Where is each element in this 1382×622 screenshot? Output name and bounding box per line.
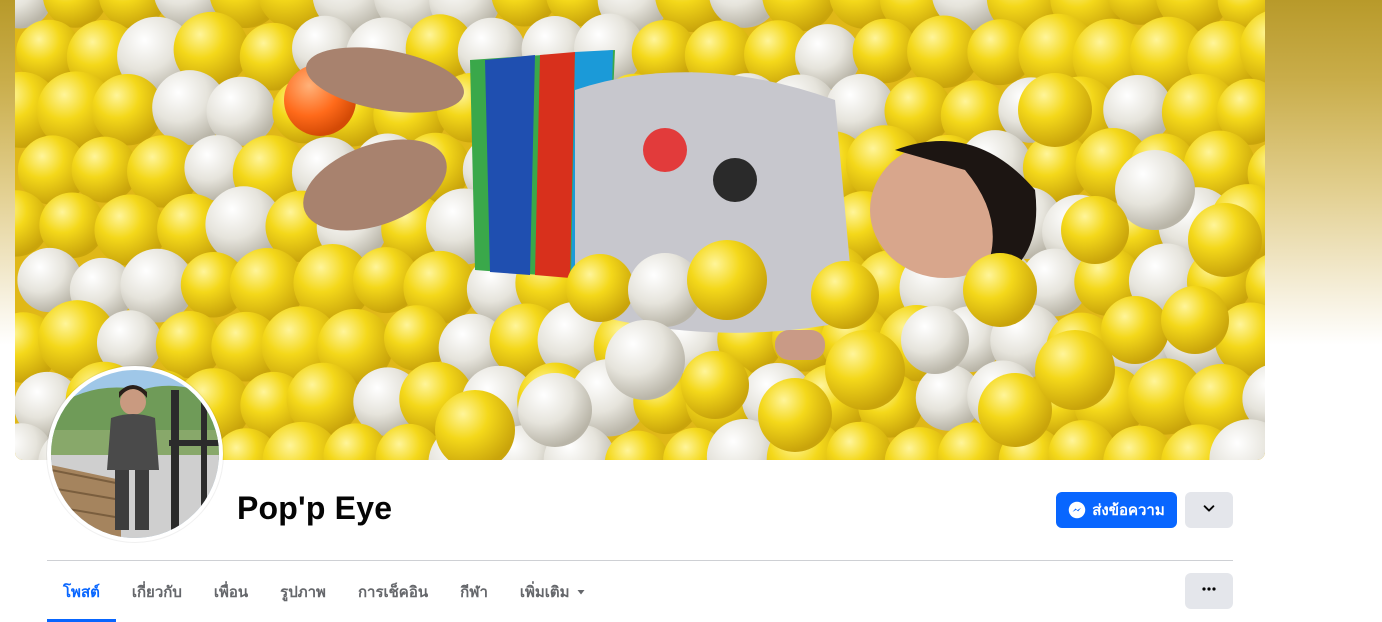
tab-about[interactable]: เกี่ยวกับ — [116, 561, 198, 622]
tab-check-ins[interactable]: การเช็คอิน — [342, 561, 444, 622]
tab-label: โพสต์ — [63, 583, 100, 601]
ball — [1101, 296, 1169, 364]
ball — [687, 240, 767, 320]
ball — [566, 254, 634, 322]
ball — [384, 305, 450, 371]
profile-name: Pop'p Eye — [237, 490, 393, 526]
send-message-label: ส่งข้อความ — [1092, 502, 1165, 519]
profile-picture[interactable] — [51, 370, 219, 538]
profile-tabs: โพสต์ เกี่ยวกับ เพื่อน รูปภาพ การเช็คอิน… — [47, 561, 602, 622]
ball — [1061, 196, 1129, 264]
ball — [1035, 330, 1115, 410]
messenger-icon — [1068, 501, 1086, 519]
ball — [811, 261, 879, 329]
tab-label: รูปภาพ — [280, 583, 326, 601]
tab-label: กีฬา — [460, 583, 488, 601]
tab-label: เพื่อน — [213, 583, 249, 601]
more-options-button[interactable] — [1185, 573, 1233, 609]
tab-label: เพิ่มเติม — [519, 583, 570, 601]
ball — [1018, 73, 1092, 147]
tab-photos[interactable]: รูปภาพ — [264, 561, 342, 622]
profile-picture-frame[interactable] — [47, 366, 223, 542]
ball — [518, 373, 592, 447]
tab-more[interactable]: เพิ่มเติม — [504, 561, 602, 622]
cover-photo-image — [15, 0, 1265, 460]
send-message-button[interactable]: ส่งข้อความ — [1056, 492, 1177, 528]
ball — [825, 330, 905, 410]
tab-sports[interactable]: กีฬา — [444, 561, 504, 622]
ball — [605, 320, 685, 400]
ball — [1115, 150, 1195, 230]
chevron-down-icon — [1202, 501, 1216, 520]
more-horizontal-icon — [1201, 581, 1217, 602]
tab-label: การเช็คอิน — [357, 583, 429, 601]
ball — [681, 351, 749, 419]
ball — [758, 378, 832, 452]
ball — [1161, 286, 1229, 354]
profile-options-dropdown-button[interactable] — [1185, 492, 1233, 528]
cover-photo[interactable] — [15, 0, 1265, 460]
tab-friends[interactable]: เพื่อน — [198, 561, 264, 622]
ball — [963, 253, 1037, 327]
ball — [1188, 203, 1262, 277]
caret-down-icon — [576, 587, 586, 597]
profile-picture-image — [51, 370, 219, 538]
tab-posts[interactable]: โพสต์ — [47, 561, 116, 622]
ball — [901, 306, 969, 374]
tab-label: เกี่ยวกับ — [131, 583, 182, 601]
